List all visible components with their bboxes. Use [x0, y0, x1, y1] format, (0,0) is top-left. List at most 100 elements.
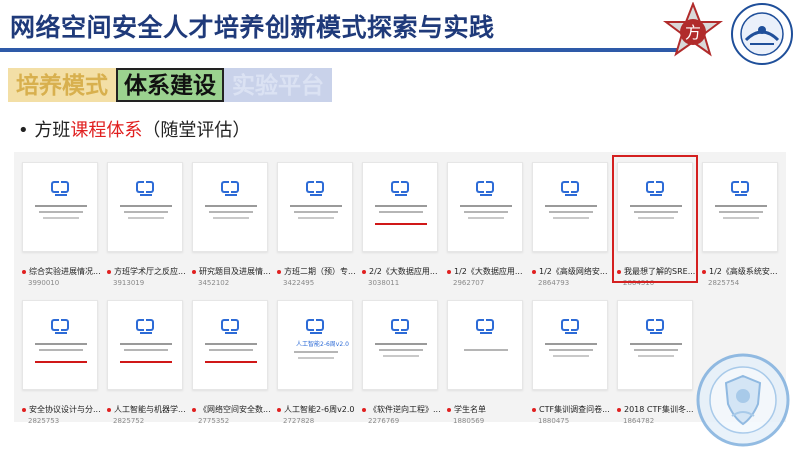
title-underline: [0, 48, 680, 52]
file-card[interactable]: 人工智能2-6周v2.0 人工智能2-6周v2.0 2727828: [277, 300, 359, 438]
file-type-icon: [532, 407, 536, 412]
file-thumbnail[interactable]: [702, 162, 778, 252]
fang-logo-icon: [51, 319, 71, 335]
file-name[interactable]: CTF集训调查问卷...: [532, 404, 614, 415]
file-name[interactable]: 学生名单: [447, 404, 529, 415]
file-type-icon: [702, 269, 706, 274]
file-name[interactable]: 《网络空间安全数...: [192, 404, 274, 415]
thumbnail-title: 人工智能2-6周v2.0: [296, 341, 349, 348]
file-thumbnail[interactable]: [532, 162, 608, 252]
view-count: 3990010: [28, 279, 60, 287]
university-seal-icon: [731, 3, 793, 65]
file-name[interactable]: 1/2《高级系统安...: [702, 266, 784, 277]
file-card[interactable]: 方班二期（预）专... 3422495: [277, 162, 359, 300]
tab-system-construction[interactable]: 体系建设: [116, 68, 224, 102]
file-thumbnail[interactable]: [362, 300, 438, 390]
highlight-underline: [205, 361, 257, 363]
view-count: 1880475: [538, 417, 570, 425]
file-card[interactable]: 《软件逆向工程》... 2276769: [362, 300, 444, 438]
bullet-prefix: • 方班: [18, 120, 71, 141]
file-name[interactable]: 研究题目及进展情...: [192, 266, 274, 277]
view-count: 3452102: [198, 279, 230, 287]
file-thumbnail[interactable]: [192, 162, 268, 252]
file-card[interactable]: 安全协议设计与分... 2825753: [22, 300, 104, 438]
file-thumbnail[interactable]: [362, 162, 438, 252]
file-name[interactable]: 人工智能2-6周v2.0: [277, 404, 359, 415]
file-card[interactable]: 研究题目及进展情... 3452102: [192, 162, 274, 300]
svg-text:方: 方: [685, 23, 701, 42]
fang-logo-icon: [561, 181, 581, 197]
fang-logo-icon: [306, 181, 326, 197]
file-thumbnail[interactable]: [532, 300, 608, 390]
file-type-icon: [22, 407, 26, 412]
file-thumbnail[interactable]: [22, 300, 98, 390]
file-type-icon: [617, 407, 621, 412]
view-count: 2825752: [113, 417, 145, 425]
file-thumbnail[interactable]: [22, 162, 98, 252]
file-thumbnail[interactable]: [617, 300, 693, 390]
file-thumbnail[interactable]: [192, 300, 268, 390]
view-count: 2825753: [28, 417, 60, 425]
file-thumbnail[interactable]: [447, 300, 523, 390]
file-name[interactable]: 2/2《大数据应用...: [362, 266, 444, 277]
file-card[interactable]: CTF集训调查问卷... 1880475: [532, 300, 614, 438]
file-card[interactable]: 2018 CTF集训冬... 1864782: [617, 300, 699, 438]
fang-logo-icon: [391, 181, 411, 197]
file-type-icon: [277, 269, 281, 274]
file-type-icon: [277, 407, 281, 412]
tab-training-mode[interactable]: 培养模式: [8, 68, 116, 102]
file-name[interactable]: 2018 CTF集训冬...: [617, 404, 699, 415]
fang-logo-icon: [51, 181, 71, 197]
selection-highlight-box: [612, 155, 698, 283]
file-thumbnail[interactable]: [277, 162, 353, 252]
file-card[interactable]: 人工智能与机器学... 2825752: [107, 300, 189, 438]
file-name[interactable]: 《软件逆向工程》...: [362, 404, 444, 415]
file-type-icon: [447, 269, 451, 274]
file-card[interactable]: 《网络空间安全数... 2775352: [192, 300, 274, 438]
file-thumbnail[interactable]: [107, 300, 183, 390]
file-type-icon: [22, 269, 26, 274]
file-thumbnail[interactable]: 人工智能2-6周v2.0: [277, 300, 353, 390]
fang-logo-icon: [731, 181, 751, 197]
section-tabs: 培养模式 体系建设 实验平台: [8, 68, 332, 102]
file-card[interactable]: 1/2《高级系统安... 2825754: [702, 162, 784, 300]
view-count: 2962707: [453, 279, 485, 287]
fang-logo-icon: [476, 181, 496, 197]
highlight-underline: [375, 223, 427, 225]
file-card[interactable]: 综合实验进展情况... 3990010: [22, 162, 104, 300]
file-name[interactable]: 1/2《大数据应用...: [447, 266, 529, 277]
bullet-suffix: （随堂评估）: [142, 120, 251, 141]
view-count: 2775352: [198, 417, 230, 425]
view-count: 2825754: [708, 279, 740, 287]
file-card[interactable]: 1/2《高级网络安... 2864793: [532, 162, 614, 300]
file-type-icon: [192, 407, 196, 412]
fang-logo-icon: [561, 319, 581, 335]
file-card[interactable]: 方班学术厅之反应... 3913019: [107, 162, 189, 300]
fang-logo-icon: [391, 319, 411, 335]
view-count: 2864793: [538, 279, 570, 287]
file-name[interactable]: 综合实验进展情况...: [22, 266, 104, 277]
file-type-icon: [447, 407, 451, 412]
bullet-highlight: 课程体系: [70, 120, 143, 141]
file-name[interactable]: 方班学术厅之反应...: [107, 266, 189, 277]
file-thumbnail[interactable]: [447, 162, 523, 252]
view-count: 2276769: [368, 417, 400, 425]
view-count: 3422495: [283, 279, 315, 287]
fang-logo-icon: [306, 319, 326, 335]
file-thumbnail[interactable]: [107, 162, 183, 252]
file-type-icon: [362, 407, 366, 412]
file-name[interactable]: 方班二期（预）专...: [277, 266, 359, 277]
file-type-icon: [107, 407, 111, 412]
fang-logo-icon: [221, 319, 241, 335]
file-card[interactable]: 2/2《大数据应用... 3038011: [362, 162, 444, 300]
file-card[interactable]: 学生名单 1880569: [447, 300, 529, 438]
tab-lab-platform[interactable]: 实验平台: [224, 68, 332, 102]
view-count: 1864782: [623, 417, 655, 425]
file-name[interactable]: 人工智能与机器学...: [107, 404, 189, 415]
cyber-security-seal-icon: [696, 353, 790, 447]
file-type-icon: [107, 269, 111, 274]
file-name[interactable]: 安全协议设计与分...: [22, 404, 104, 415]
file-name[interactable]: 1/2《高级网络安...: [532, 266, 614, 277]
file-card[interactable]: 1/2《大数据应用... 2962707: [447, 162, 529, 300]
view-count: 3038011: [368, 279, 400, 287]
